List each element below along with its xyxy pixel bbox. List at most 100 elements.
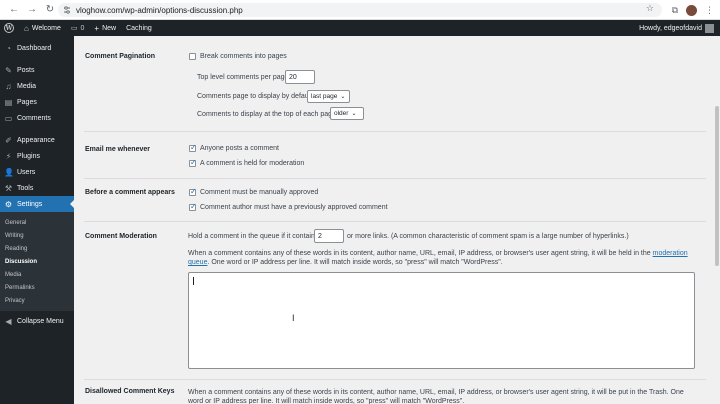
sidebar-item-label: Appearance [17,136,55,144]
collapse-menu-button[interactable]: ◀ Collapse Menu [0,313,74,329]
break-comments-checkbox[interactable] [189,53,196,60]
default-page-select[interactable]: last page ⌄ [307,90,350,103]
sidebar-item-label: Comments [17,114,51,122]
sidebar-item-label: Pages [17,98,37,106]
pages-icon: ▤ [4,97,13,107]
caching-menu[interactable]: Caching [121,20,157,36]
page-scrollbar[interactable] [714,36,720,404]
profile-avatar[interactable] [686,4,697,16]
comment-pagination-label: Comment Pagination [85,53,156,60]
user-avatar [705,23,714,33]
sidebar-item-appearance[interactable]: ✐ Appearance [0,132,74,148]
comment-moderation-label: Comment Moderation [85,233,157,240]
pin-icon: ✎ [5,65,12,75]
comment-bubble-icon: ▭ [70,25,78,32]
wp-admin-bar: W ⌂ Welcome ▭ 0 + New Caching Howdy, edg… [0,20,720,36]
manually-approved-label: Comment must be manually approved [200,189,319,196]
sidebar-item-label: Dashboard [17,44,52,52]
hold-comment-suffix: or more links. (A common characteristic … [347,233,629,240]
dashboard-icon: ◔ [6,43,11,53]
my-account-menu[interactable]: Howdy, edgeofdavid [639,20,714,36]
plugin-icon: ⚡ [5,151,12,161]
section-divider [84,178,706,179]
moderation-desc-part2: . One word or IP address per line. It wi… [207,259,503,266]
submenu-media[interactable]: Media [0,268,74,281]
main-content: Comment Pagination Break comments into p… [74,36,714,404]
extensions-icon[interactable]: ⧉ [672,5,678,16]
brush-icon: ✐ [5,135,12,145]
address-bar[interactable]: vloghow.com/wp-admin/options-discussion.… [58,3,662,17]
forward-icon[interactable]: → [24,2,40,18]
manually-approved-checkbox[interactable] [189,187,197,196]
comment-order-select[interactable]: older ⌄ [330,107,364,120]
moderation-desc-part1: When a comment contains any of these wor… [188,250,651,257]
text-cursor [193,277,194,285]
anyone-posts-checkbox[interactable] [189,143,197,152]
browser-menu-icon[interactable]: ⋮ [705,5,714,16]
sidebar-item-media[interactable]: ♫ Media [0,78,74,94]
max-links-input[interactable]: 2 [314,229,344,243]
settings-icon: ⚙ [4,199,13,209]
reload-icon[interactable]: ↻ [42,2,58,18]
anyone-posts-label: Anyone posts a comment [200,145,279,152]
submenu-discussion[interactable]: Discussion [0,255,74,268]
users-icon: 👤 [4,167,14,177]
comment-icon: ▭ [4,113,13,123]
bookmark-star-icon[interactable]: ☆ [646,3,654,14]
top-each-page-label: Comments to display at the top of each p… [197,111,336,118]
collapse-icon: ◀ [5,316,12,326]
site-name-menu[interactable]: ⌂ Welcome [19,20,66,36]
submenu-reading[interactable]: Reading [0,242,74,255]
chevron-down-icon: ⌄ [340,94,346,100]
section-divider [84,221,706,222]
previously-approved-label: Comment author must have a previously ap… [200,204,388,211]
wordpress-logo-icon: W [4,23,14,33]
moderation-keys-textarea[interactable]: I [188,272,695,369]
moderation-description: When a comment contains any of these wor… [188,249,693,267]
sidebar-item-label: Media [17,82,37,90]
held-moderation-label: A comment is held for moderation [200,160,305,167]
plus-icon: + [94,23,100,33]
sidebar-item-plugins[interactable]: ⚡ Plugins [0,148,74,164]
sidebar-item-dashboard[interactable]: ◔ Dashboard [0,40,74,56]
held-moderation-checkbox[interactable] [189,158,197,167]
new-content-menu[interactable]: + New [89,20,121,36]
home-icon: ⌂ [24,23,29,33]
comments-count: 0 [80,24,85,32]
previously-approved-checkbox[interactable] [189,202,197,211]
wrench-icon: ⚒ [4,183,13,193]
submenu-writing[interactable]: Writing [0,229,74,242]
sidebar-item-tools[interactable]: ⚒ Tools [0,180,74,196]
collapse-label: Collapse Menu [17,317,64,325]
hold-comment-prefix: Hold a comment in the queue if it contai… [188,233,319,240]
page-default-label: Comments page to display by default [197,93,313,100]
comment-order-value: older [334,110,349,117]
scrollbar-thumb[interactable] [715,106,719,266]
back-icon[interactable]: ← [6,2,22,18]
comments-menu[interactable]: ▭ 0 [66,20,90,36]
top-level-comments-label: Top level comments per page [197,74,289,81]
section-divider [84,131,706,132]
section-divider [84,379,706,380]
mouse-i-beam-cursor: I [292,313,295,323]
comments-per-page-input[interactable]: 20 [285,70,315,84]
submenu-permalinks[interactable]: Permalinks [0,281,74,294]
sidebar-item-settings[interactable]: ⚙ Settings [0,196,74,212]
wp-logo-menu[interactable]: W [0,20,19,36]
site-info-icon[interactable] [62,5,72,15]
media-icon: ♫ [5,81,12,91]
sidebar-item-pages[interactable]: ▤ Pages [0,94,74,110]
before-comment-label: Before a comment appears [85,189,175,196]
default-page-value: last page [311,93,338,100]
admin-sidebar: ◔ Dashboard ✎ Posts ♫ Media ▤ Pages ▭ Co… [0,36,74,404]
sidebar-item-posts[interactable]: ✎ Posts [0,62,74,78]
submenu-privacy[interactable]: Privacy [0,294,74,307]
sidebar-item-comments[interactable]: ▭ Comments [0,110,74,126]
sidebar-item-label: Posts [17,66,35,74]
howdy-text: Howdy, edgeofdavid [639,24,702,32]
submenu-general[interactable]: General [0,216,74,229]
disallowed-description: When a comment contains any of these wor… [188,389,684,404]
new-label: New [102,24,117,32]
sidebar-item-label: Tools [17,184,34,192]
sidebar-item-users[interactable]: 👤 Users [0,164,74,180]
